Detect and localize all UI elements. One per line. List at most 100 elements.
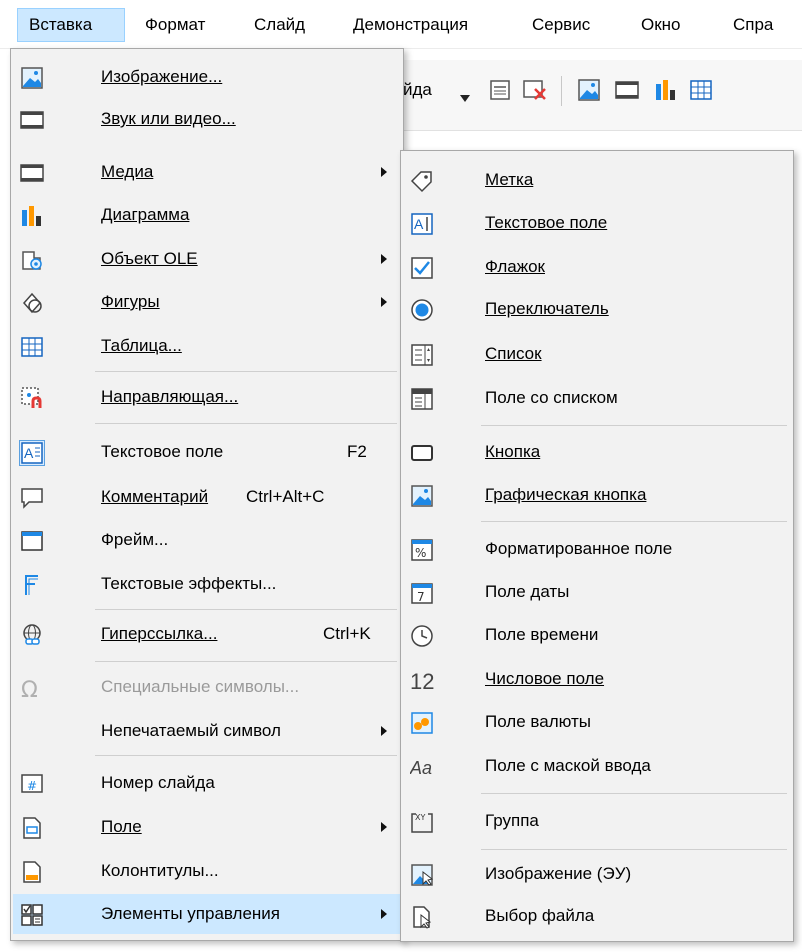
menu-item-label: Элементы управления bbox=[101, 904, 281, 923]
group-box-icon-text: XY bbox=[415, 813, 425, 822]
text-box-icon: A bbox=[20, 441, 44, 465]
menu-item-label: Звук или видео... bbox=[101, 109, 236, 128]
submenu-item-time-field[interactable]: Поле времени bbox=[403, 615, 791, 655]
menu-item-chart[interactable]: Диаграмма bbox=[13, 195, 401, 235]
submenu-item-pattern-field[interactable]: Aa Поле с маской ввода bbox=[403, 746, 791, 786]
submenu-item-combo-box[interactable]: Поле со списком bbox=[403, 378, 791, 418]
film-icon[interactable] bbox=[614, 78, 640, 107]
menu-item-field[interactable]: Поле bbox=[13, 807, 401, 847]
menu-item-label: Текстовое поле bbox=[485, 213, 608, 232]
menu-item-image[interactable]: Изображение... bbox=[13, 57, 401, 97]
label-tag-icon bbox=[410, 169, 434, 193]
fontwork-icon bbox=[20, 573, 44, 597]
menu-item-label: Текстовые эффекты... bbox=[101, 574, 277, 593]
image-icon[interactable] bbox=[577, 78, 601, 107]
submenu-item-checkbox[interactable]: Флажок bbox=[403, 247, 791, 287]
menu-help[interactable]: Спра bbox=[722, 8, 784, 42]
menu-item-frame[interactable]: Фрейм... bbox=[13, 520, 401, 560]
submenu-item-date-field[interactable]: 7 Поле даты bbox=[403, 572, 791, 612]
submenu-item-formatted-field[interactable]: % Форматированное поле bbox=[403, 529, 791, 569]
table-icon[interactable] bbox=[689, 78, 713, 107]
toolbar-partial-label[interactable]: йда bbox=[403, 80, 432, 100]
menu-item-header-footer[interactable]: Колонтитулы... bbox=[13, 851, 401, 891]
submenu-item-group-box[interactable]: XY Группа bbox=[403, 801, 791, 841]
menu-item-fontwork[interactable]: Текстовые эффекты... bbox=[13, 564, 401, 604]
menu-item-text-box[interactable]: A Текстовое поле F2 bbox=[13, 432, 401, 472]
svg-text:A: A bbox=[414, 216, 424, 232]
chart-icon[interactable] bbox=[654, 78, 678, 107]
menu-item-special-characters[interactable]: Ω Специальные символы... bbox=[13, 667, 401, 707]
menu-item-slide-number[interactable]: # Номер слайда bbox=[13, 763, 401, 803]
menu-item-label: Диаграмма bbox=[101, 205, 190, 224]
submenu-item-image-control[interactable]: Изображение (ЭУ) bbox=[403, 854, 791, 894]
delete-slide-icon[interactable] bbox=[522, 78, 548, 107]
submenu-item-currency-field[interactable]: Поле валюты bbox=[403, 702, 791, 742]
menu-item-audio-video[interactable]: Звук или видео... bbox=[13, 99, 401, 139]
menu-item-label: Поле bbox=[101, 817, 142, 836]
menu-format[interactable]: Формат bbox=[134, 8, 216, 42]
submenu-item-list-box[interactable]: Список bbox=[403, 334, 791, 374]
menu-item-label: Числовое поле bbox=[485, 669, 605, 688]
menu-item-label: Таблица... bbox=[101, 336, 182, 355]
submenu-item-label[interactable]: Метка bbox=[403, 160, 791, 200]
menu-bar: Вставка Формат Слайд Демонстрация Сервис… bbox=[0, 0, 802, 49]
menu-item-ole-object[interactable]: Объект OLE bbox=[13, 239, 401, 279]
formatted-field-icon: % bbox=[410, 538, 434, 562]
text-field-icon: A bbox=[410, 212, 434, 236]
submenu-item-numeric-field[interactable]: 12 Числовое поле bbox=[403, 659, 791, 699]
menu-item-label: Форматированное поле bbox=[485, 539, 673, 558]
submenu-item-image-button[interactable]: Графическая кнопка bbox=[403, 475, 791, 515]
comment-icon bbox=[20, 486, 44, 510]
menu-item-label: Изображение... bbox=[101, 67, 223, 86]
menu-item-label: Поле валюты bbox=[485, 712, 591, 731]
submenu-item-radio-button[interactable]: Переключатель bbox=[403, 289, 791, 329]
menu-separator bbox=[481, 425, 787, 426]
menu-item-shapes[interactable]: Фигуры bbox=[13, 282, 401, 322]
image-icon bbox=[20, 66, 44, 90]
menu-item-label: Поле с маской ввода bbox=[485, 756, 651, 775]
menu-window[interactable]: Окно bbox=[630, 8, 692, 42]
menu-item-label: Номер слайда bbox=[101, 773, 215, 792]
menu-item-label: Объект OLE bbox=[101, 249, 198, 268]
menu-insert[interactable]: Вставка bbox=[17, 8, 125, 42]
menu-item-comment[interactable]: Комментарий Ctrl+Alt+C bbox=[13, 477, 401, 517]
document-area-border bbox=[400, 130, 802, 131]
dropdown-arrow-icon[interactable] bbox=[460, 90, 470, 108]
menu-item-formatting-mark[interactable]: Непечатаемый символ bbox=[13, 711, 401, 751]
menu-item-label: Направляющая... bbox=[101, 387, 239, 406]
image-control-icon bbox=[410, 863, 434, 887]
menu-item-label: Графическая кнопка bbox=[485, 485, 647, 504]
menu-item-label: Поле даты bbox=[485, 582, 570, 601]
submenu-item-text-field[interactable]: A Текстовое поле bbox=[403, 203, 791, 243]
menu-tools[interactable]: Сервис bbox=[521, 8, 601, 42]
date-field-icon: 7 bbox=[410, 581, 434, 605]
menu-item-shortcut: Ctrl+Alt+C bbox=[246, 487, 325, 506]
menu-item-table[interactable]: Таблица... bbox=[13, 326, 401, 366]
submenu-item-file-selection[interactable]: Выбор файла bbox=[403, 896, 791, 936]
numeric-field-icon-text: 12 bbox=[410, 669, 434, 692]
submenu-arrow-icon bbox=[381, 822, 387, 832]
menu-item-label: Колонтитулы... bbox=[101, 861, 219, 880]
menu-item-form-controls[interactable]: Элементы управления bbox=[13, 894, 401, 934]
image-button-icon bbox=[410, 484, 434, 508]
menu-item-label: Изображение (ЭУ) bbox=[485, 864, 632, 883]
menu-slide[interactable]: Слайд bbox=[243, 8, 316, 42]
field-icon bbox=[20, 816, 44, 840]
menu-item-label: Переключатель bbox=[485, 299, 609, 318]
submenu-arrow-icon bbox=[381, 297, 387, 307]
svg-text:Ω: Ω bbox=[21, 678, 38, 700]
menu-slideshow[interactable]: Демонстрация bbox=[342, 8, 479, 42]
chart-icon bbox=[20, 204, 44, 228]
snap-guide-icon bbox=[20, 386, 44, 410]
push-button-icon bbox=[410, 441, 434, 465]
menu-item-media[interactable]: Медиа bbox=[13, 152, 401, 192]
submenu-item-push-button[interactable]: Кнопка bbox=[403, 432, 791, 472]
film-icon bbox=[20, 108, 44, 132]
slide-layout-icon[interactable] bbox=[488, 78, 512, 107]
menu-item-hyperlink[interactable]: Гиперссылка... Ctrl+K bbox=[13, 614, 401, 654]
list-box-icon bbox=[410, 343, 434, 367]
menu-item-snap-guide[interactable]: Направляющая... bbox=[13, 377, 401, 417]
menu-item-label: Гиперссылка... bbox=[101, 624, 218, 643]
svg-text:%: % bbox=[415, 546, 426, 560]
menu-item-label: Текстовое поле bbox=[101, 442, 224, 461]
